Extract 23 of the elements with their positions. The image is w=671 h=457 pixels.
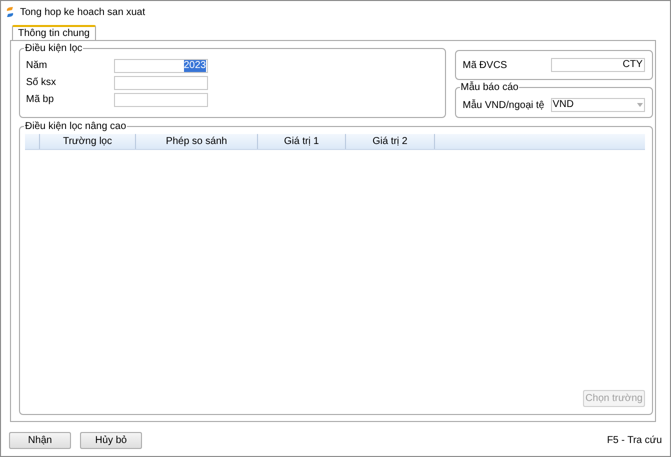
input-field[interactable] (114, 76, 208, 90)
field-label: Số ksx (26, 77, 58, 88)
field-label: Mã bp (26, 94, 55, 105)
tab[interactable]: Thông tin chung (12, 25, 96, 40)
group-title: Điều kiện lọc nâng cao (24, 120, 128, 133)
field-label: Mẫu VND/ngoại tệ (462, 100, 546, 111)
window-title: Tong hop ke hoach san xuat (20, 6, 146, 18)
field-label: Năm (26, 60, 48, 71)
column-header: Giá trị 2 (346, 134, 435, 149)
app-logo-icon (5, 6, 15, 18)
caret-icon (636, 103, 643, 108)
input-field[interactable] (114, 92, 208, 106)
group-title: Điều kiện lọc (24, 42, 84, 55)
column-header: Phép so sánh (136, 134, 258, 149)
column-header: Giá trị 1 (258, 134, 346, 149)
input-field[interactable]: 2023 (114, 58, 208, 72)
field-label: Mã ĐVCS (462, 60, 508, 71)
input-field[interactable]: CTY (550, 58, 645, 72)
dialog-button[interactable]: Nhận (9, 432, 71, 449)
shortcut-hint: F5 - Tra cứu (606, 435, 662, 446)
dialog-button[interactable]: Hủy bỏ (80, 432, 142, 449)
dropdown[interactable]: VND (550, 98, 645, 112)
column-header: Trường lọc (40, 134, 136, 149)
